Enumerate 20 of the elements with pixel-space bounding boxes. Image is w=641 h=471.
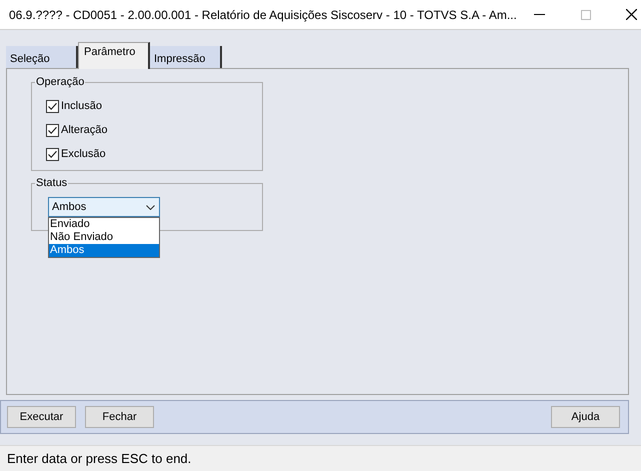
checkbox-option[interactable]: Alteração [46, 121, 262, 139]
window-title: 06.9.???? - CD0051 - 2.00.00.001 - Relatório de Aquisições Siscoserv - 10 - TOTVS S.A - Am... [9, 6, 517, 24]
status-text: Enter data or press ESC to end. [7, 450, 192, 468]
dropdown-option[interactable]: Não Enviado [49, 231, 159, 244]
chevron-down-icon [146, 204, 155, 210]
action-button[interactable]: Ajuda [551, 406, 620, 428]
action-button[interactable]: Executar [7, 406, 76, 428]
checkbox-option[interactable]: Inclusão [46, 97, 262, 115]
action-button[interactable]: Fechar [85, 406, 154, 428]
maximize-icon [580, 10, 591, 20]
close-icon [626, 9, 638, 20]
tab[interactable]: Parâmetro [78, 42, 150, 69]
status-dropdown[interactable]: Ambos [48, 197, 160, 217]
group-title: Operação [35, 75, 86, 89]
dropdown-option[interactable]: Enviado [49, 218, 159, 231]
dropdown-option[interactable]: Ambos [49, 244, 159, 257]
checkbox-option[interactable]: Exclusão [46, 145, 262, 163]
minimize-icon [534, 14, 546, 15]
tab[interactable]: Impressão [150, 46, 222, 68]
tab[interactable]: Seleção [6, 46, 78, 68]
